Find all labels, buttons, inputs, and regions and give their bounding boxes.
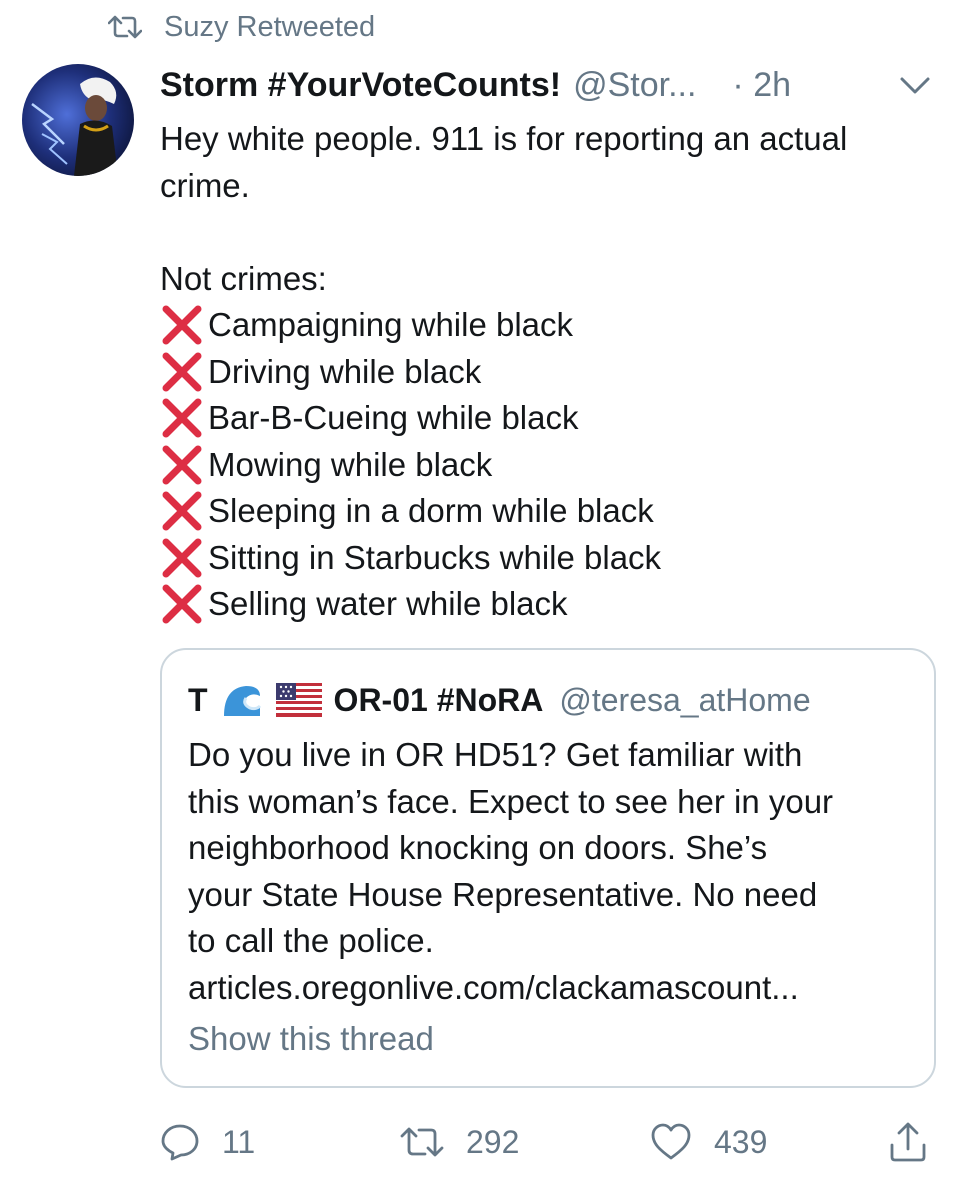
quoted-tweet-card[interactable]: T OR-01 #NoRA @teresa_atHome Do you live… [160,648,936,1088]
quoted-text-line: to call the police. [188,922,434,959]
list-item-text: Sitting in Starbucks while black [208,538,662,576]
list-item: Sleeping in a dorm while black [160,488,950,535]
tweet-intro-line: crime. [160,166,250,204]
quoted-text-line: neighborhood knocking on doors. She’s [188,829,768,866]
author-handle[interactable]: @Stor... [573,66,696,105]
list-item-text: Campaigning while black [208,306,574,343]
cross-mark-icon [160,584,204,624]
list-item-text: Selling water while black [208,585,568,622]
quoted-tweet-text: Do you live in OR HD51? Get familiar wit… [188,732,928,1011]
like-count: 439 [714,1123,768,1160]
retweet-icon [400,1125,444,1159]
list-item-text: Sleeping in a dorm while black [208,492,654,529]
tweet-intro-line: Hey white people. 911 is for reporting a… [160,120,848,157]
share-icon [888,1121,928,1163]
retweeted-by-text: Suzy Retweeted [164,10,376,43]
quoted-link[interactable]: articles.oregonlive.com/clackamascount..… [188,965,928,1012]
tweet-timestamp[interactable]: · 2h [732,66,791,105]
heart-icon [650,1123,692,1161]
water-wave-icon [220,680,264,720]
reply-button[interactable]: 11 [160,1118,255,1166]
list-item: Sitting in Starbucks while black [160,535,950,582]
cross-mark-icon [160,445,204,485]
show-thread-link[interactable]: Show this thread [188,1020,434,1058]
cross-mark-icon [160,352,204,392]
list-item: Selling water while black [160,581,950,628]
list-item: Bar-B-Cueing while black [160,395,950,442]
share-button[interactable] [888,1118,928,1166]
tweet-action-bar: 11 292 439 [160,1118,940,1166]
author-display-name[interactable]: Storm #YourVoteCounts! [160,66,561,105]
quoted-text-line: your State House Representative. No need [188,875,818,913]
list-item: Mowing while black [160,442,950,489]
retweet-button[interactable]: 292 [400,1118,519,1166]
avatar[interactable] [22,64,134,176]
quoted-text-line: Do you live in OR HD51? Get familiar wit… [188,736,803,773]
retweet-count: 292 [466,1123,520,1160]
list-item-text: Driving while black [208,352,482,390]
reply-count: 11 [222,1123,256,1160]
quoted-text-line: this woman’s face. Expect to see her in … [188,782,834,820]
cross-mark-icon [160,398,204,438]
retweeted-by-bar[interactable]: Suzy Retweeted [108,8,375,46]
retweet-icon [108,14,142,40]
cross-mark-icon [160,491,204,531]
quoted-author-name: OR-01 #NoRA [333,681,544,718]
cross-mark-icon [160,538,204,578]
tweet-text: Hey white people. 911 is for reporting a… [160,116,950,628]
tweet-header: Storm #YourVoteCounts! @Stor... · 2h [160,62,940,108]
list-item-text: Mowing while black [208,445,493,483]
list-heading: Not crimes: [160,259,327,297]
quoted-tweet-header: T OR-01 #NoRA @teresa_atHome [188,678,811,722]
cross-mark-icon [160,305,204,345]
chevron-down-icon[interactable] [898,70,932,100]
reply-icon [160,1123,200,1161]
quoted-author-handle: @teresa_atHome [559,681,811,718]
us-flag-icon [275,683,322,717]
list-item: Campaigning while black [160,302,950,349]
list-item-text: Bar-B-Cueing while black [208,399,579,436]
list-item: Driving while black [160,349,950,396]
like-button[interactable]: 439 [650,1118,767,1166]
quoted-author-initial: T [188,681,208,718]
